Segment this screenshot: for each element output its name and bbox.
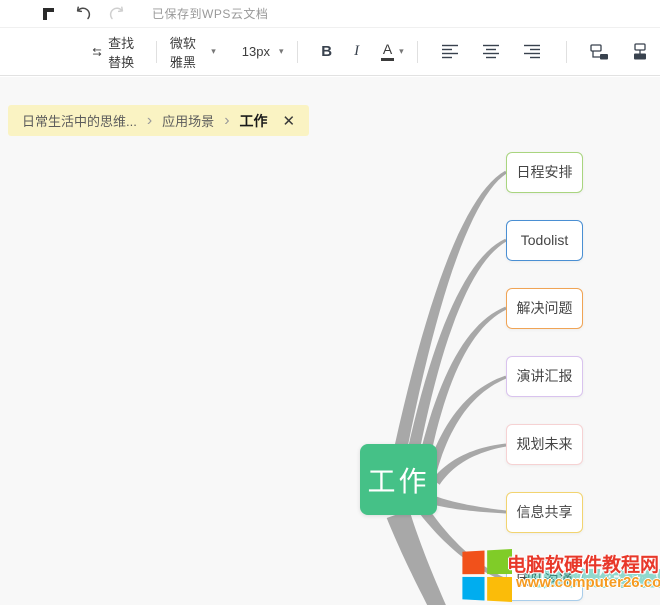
swap-arrows-icon [92,46,102,58]
align-right-button[interactable] [524,44,541,59]
wps-mindmap-window: 已保存到WPS云文档 查找替换 微软雅黑 ▾ 13px ▾ B I A ▾ [0,0,660,605]
font-color-button[interactable]: A [381,42,394,61]
toolbar-divider [297,41,298,63]
breadcrumb: 日常生活中的思维... › 应用场景 › 工作 ✕ [8,105,309,136]
mindmap-root-node[interactable]: 工作 [360,444,437,515]
mindmap-node[interactable]: 规划未来 [506,424,583,465]
format-painter-icon[interactable] [40,5,56,22]
chevron-right-icon: › [147,112,152,130]
mindmap-node[interactable]: Todolist [506,220,583,261]
mindmap-canvas[interactable]: 日常生活中的思维... › 应用场景 › 工作 ✕ 工作 日程安排 Todolis… [0,77,660,605]
undo-icon[interactable] [74,6,91,22]
insert-sibling-node-button[interactable] [630,43,650,61]
logo-square [462,577,484,601]
top-bar: 已保存到WPS云文档 [0,0,660,28]
chevron-down-icon[interactable]: ▾ [399,46,404,57]
font-family-select[interactable]: 微软雅黑 ▾ [170,33,216,71]
breadcrumb-item-current[interactable]: 工作 [240,111,268,131]
save-status-text: 已保存到WPS云文档 [152,5,268,22]
insert-child-node-button[interactable] [590,43,610,61]
mindmap-node[interactable]: 信息共享 [506,492,583,533]
mindmap-node[interactable]: 解决问题 [506,288,583,329]
font-color-label: A [383,42,392,56]
italic-button[interactable]: I [354,43,359,60]
toolbar-divider [417,41,418,63]
chevron-down-icon: ▾ [279,46,284,57]
font-color-swatch [381,58,394,61]
mindmap-node[interactable]: 团队沟通 [506,560,583,601]
find-replace-label: 查找替换 [108,33,143,71]
chevron-down-icon: ▾ [211,46,216,57]
format-toolbar: 查找替换 微软雅黑 ▾ 13px ▾ B I A ▾ [0,28,660,76]
windows-logo-icon [462,549,512,603]
font-size-value: 13px [242,44,270,59]
chevron-right-icon: › [224,112,229,130]
breadcrumb-item-scenes[interactable]: 应用场景 [162,111,214,130]
mindmap-node[interactable]: 日程安排 [506,152,583,193]
find-replace-button[interactable]: 查找替换 [92,33,143,71]
font-family-value: 微软雅黑 [170,33,202,71]
toolbar-divider [156,41,157,63]
align-center-button[interactable] [483,44,500,59]
toolbar-divider [566,41,567,63]
font-size-select[interactable]: 13px ▾ [242,44,284,59]
align-left-button[interactable] [442,44,459,59]
bold-button[interactable]: B [321,43,332,60]
redo-icon[interactable] [109,6,126,22]
logo-square [462,551,484,575]
close-icon[interactable]: ✕ [283,112,296,130]
mindmap-node[interactable]: 演讲汇报 [506,356,583,397]
breadcrumb-item-root[interactable]: 日常生活中的思维... [22,111,137,130]
